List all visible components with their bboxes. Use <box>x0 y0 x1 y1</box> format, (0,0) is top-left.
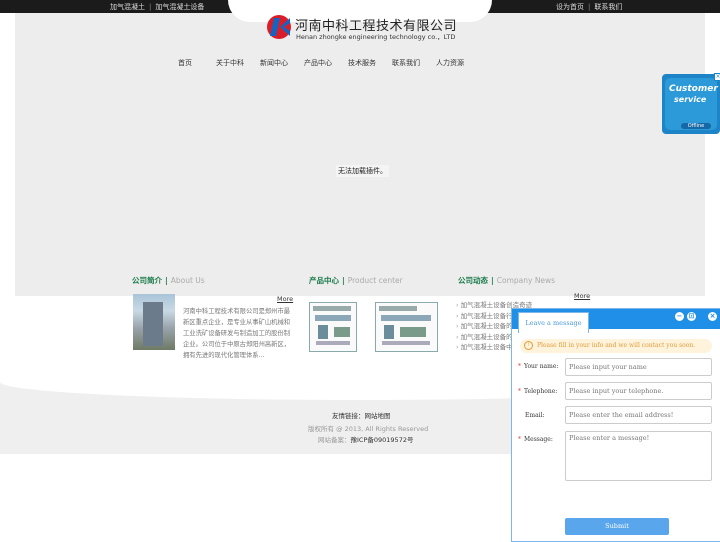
separator: | <box>588 3 591 11</box>
customer-service-widget[interactable]: Customer service Offline <box>662 74 720 134</box>
name-label-text: Your name: <box>524 363 559 370</box>
name-input[interactable] <box>565 358 712 376</box>
minimize-icon[interactable]: − <box>675 312 684 321</box>
friend-links-label: 友情链接： <box>332 412 365 420</box>
thumb-shape <box>400 327 426 337</box>
cs-status: Offline <box>681 123 711 129</box>
nav-item-hr[interactable]: 人力资源 <box>436 58 464 68</box>
plugin-error-message: 无法加载插件。 <box>336 165 389 177</box>
required-mark: * <box>518 388 521 395</box>
icp-record: 网站备案：豫ICP备09019572号 <box>318 434 413 444</box>
cs-line2: service <box>674 95 707 104</box>
nav-item-news[interactable]: 新闻中心 <box>260 58 288 68</box>
products-title-en: Product center <box>347 276 403 285</box>
thumb-caption <box>313 306 351 311</box>
company-building-image[interactable] <box>133 294 175 350</box>
nav-item-home[interactable]: 首页 <box>178 58 192 68</box>
thumb-shape <box>384 325 394 339</box>
message-textarea[interactable] <box>565 431 712 481</box>
link-set-homepage[interactable]: 设为首页 <box>556 3 584 11</box>
products-section-title: 产品中心 | Product center <box>309 275 403 286</box>
about-title-en: About Us <box>170 276 205 285</box>
building-tower <box>143 302 163 346</box>
close-icon[interactable]: × <box>708 312 717 321</box>
customer-service-badge: Customer service Offline <box>665 78 718 130</box>
maximize-icon[interactable]: ⊡ <box>687 312 696 321</box>
company-name-en: Henan zhongke engineering technology co.… <box>296 33 456 41</box>
telephone-label: * Telephone: <box>518 388 557 395</box>
info-notice: ! Please fill in your info and we will co… <box>520 339 712 353</box>
news-section-title: 公司动态 | Company News <box>458 275 555 286</box>
nav-item-about[interactable]: 关于中科 <box>216 58 244 68</box>
about-section-title: 公司简介 | About Us <box>132 275 205 286</box>
top-left-links: 加气混凝土 | 加气混凝土设备 <box>110 2 204 12</box>
submit-button[interactable]: Submit <box>565 518 669 535</box>
nav-item-tech-service[interactable]: 技术服务 <box>348 58 376 68</box>
thumb-caption <box>379 306 417 311</box>
products-title-cn: 产品中心 <box>309 276 339 285</box>
about-more-link[interactable]: More <box>277 295 293 303</box>
thumb-shape <box>381 315 431 321</box>
message-label: * Message: <box>518 436 553 443</box>
message-label-text: Message: <box>524 436 553 443</box>
link-contact-top[interactable]: 联系我们 <box>594 3 622 11</box>
news-title-cn: 公司动态 <box>458 276 488 285</box>
site-logo[interactable]: 河南中科工程技术有限公司 Henan zhongke engineering t… <box>266 14 457 42</box>
required-mark: * <box>518 436 521 443</box>
icp-number[interactable]: 豫ICP备09019572号 <box>351 436 414 444</box>
nav-item-products[interactable]: 产品中心 <box>304 58 332 68</box>
name-label: * Your name: <box>518 363 558 370</box>
leave-message-panel: Leave a message − ⊡ × ! Please fill in yo… <box>511 308 720 542</box>
email-label-text: Email: <box>525 412 545 419</box>
cs-close-icon[interactable]: × <box>714 73 720 81</box>
about-text: 河南中科工程技术有限公司是郑州市最新区重点企业，是专业从事矿山机械和工业洗矿设备… <box>183 308 291 359</box>
top-right-links: 设为首页 | 联系我们 <box>556 2 622 12</box>
about-title-cn: 公司简介 <box>132 276 162 285</box>
copyright: 版权所有 @ 2013, All Rights Reserved <box>308 425 429 433</box>
thumb-shape <box>334 327 350 337</box>
separator: | <box>149 3 152 11</box>
required-mark: * <box>518 363 521 370</box>
thumb-shape <box>382 341 430 345</box>
thumb-shape <box>316 341 350 345</box>
icp-label: 网站备案： <box>318 436 351 444</box>
product-thumb-2[interactable] <box>375 302 438 352</box>
info-icon: ! <box>524 341 533 350</box>
link-aerated-concrete[interactable]: 加气混凝土 <box>110 3 145 11</box>
link-aerated-concrete-equipment[interactable]: 加气混凝土设备 <box>155 3 204 11</box>
nav-item-contact[interactable]: 联系我们 <box>392 58 420 68</box>
divider-bar: | <box>165 276 168 285</box>
divider-bar: | <box>342 276 345 285</box>
news-more-link[interactable]: More <box>574 292 590 300</box>
content-shell <box>15 13 705 296</box>
news-title-en: Company News <box>496 276 556 285</box>
telephone-input[interactable] <box>565 382 712 400</box>
friend-links: 友情链接：网站地图 <box>332 410 391 420</box>
email-label: Email: <box>525 412 545 419</box>
product-thumb-1[interactable] <box>309 302 357 352</box>
tab-leave-message[interactable]: Leave a message <box>518 312 589 333</box>
email-input[interactable] <box>565 406 712 424</box>
notice-text: Please fill in your info and we will con… <box>537 342 696 349</box>
sitemap-link[interactable]: 网站地图 <box>365 412 391 420</box>
cs-line1: Customer <box>669 84 718 94</box>
telephone-label-text: Telephone: <box>524 388 558 395</box>
divider-bar: | <box>491 276 494 285</box>
logo-icon <box>267 15 291 39</box>
thumb-shape <box>315 315 351 321</box>
thumb-shape <box>318 325 328 339</box>
